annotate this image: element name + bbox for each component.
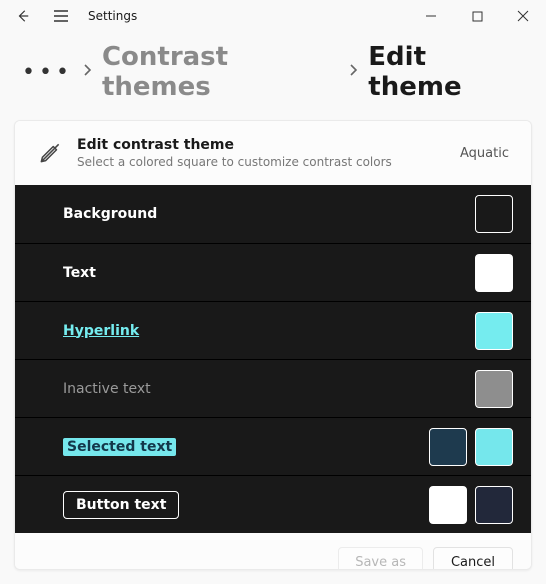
chevron-right-icon: [349, 63, 358, 81]
card-footer: Save as Cancel: [15, 533, 531, 570]
swatch-button-bg[interactable]: [475, 486, 513, 524]
row-label-background: Background: [63, 206, 157, 222]
theme-name-label: Aquatic: [460, 146, 509, 161]
settings-window: Settings ••• Contrast themes Edit theme: [0, 0, 546, 584]
breadcrumb-edit-theme: Edit theme: [368, 42, 524, 102]
swatch-hyperlink[interactable]: [475, 312, 513, 350]
maximize-button[interactable]: [454, 0, 500, 32]
arrow-left-icon: [16, 9, 30, 23]
title-bar: Settings: [0, 0, 546, 32]
color-row-hyperlink[interactable]: Hyperlink: [15, 301, 531, 359]
save-as-button[interactable]: Save as: [338, 547, 423, 570]
row-label-hyperlink: Hyperlink: [63, 323, 139, 339]
minimize-icon: [425, 10, 437, 22]
edit-theme-card: Edit contrast theme Select a colored squ…: [14, 120, 532, 570]
minimize-button[interactable]: [408, 0, 454, 32]
hamburger-icon: [53, 9, 69, 23]
row-label-inactive: Inactive text: [63, 381, 151, 397]
color-row-text[interactable]: Text: [15, 243, 531, 301]
maximize-icon: [472, 11, 483, 22]
breadcrumb-more-icon[interactable]: •••: [22, 60, 73, 85]
cancel-button[interactable]: Cancel: [433, 547, 513, 570]
color-row-selected[interactable]: Selected text: [15, 417, 531, 475]
back-button[interactable]: [6, 0, 40, 32]
color-row-button[interactable]: Button text: [15, 475, 531, 533]
breadcrumb-contrast-themes[interactable]: Contrast themes: [102, 42, 339, 102]
color-list: Background Text Hyperlink Inactive text: [15, 185, 531, 533]
breadcrumb: ••• Contrast themes Edit theme: [0, 32, 546, 120]
swatch-background[interactable]: [475, 195, 513, 233]
swatch-button-fg[interactable]: [429, 486, 467, 524]
swatch-selected-bg[interactable]: [475, 428, 513, 466]
card-subtitle: Select a colored square to customize con…: [77, 155, 392, 169]
close-button[interactable]: [500, 0, 546, 32]
close-icon: [517, 10, 529, 22]
brush-icon: [37, 140, 63, 166]
row-label-button: Button text: [63, 491, 179, 519]
color-row-background[interactable]: Background: [15, 185, 531, 243]
swatch-inactive[interactable]: [475, 370, 513, 408]
row-label-text: Text: [63, 265, 96, 281]
window-title: Settings: [88, 9, 137, 23]
card-title: Edit contrast theme: [77, 137, 392, 153]
chevron-right-icon: [83, 63, 92, 81]
row-label-selected: Selected text: [63, 438, 176, 456]
nav-menu-button[interactable]: [44, 0, 78, 32]
swatch-selected-fg[interactable]: [429, 428, 467, 466]
color-row-inactive[interactable]: Inactive text: [15, 359, 531, 417]
card-header: Edit contrast theme Select a colored squ…: [15, 121, 531, 185]
swatch-text[interactable]: [475, 254, 513, 292]
